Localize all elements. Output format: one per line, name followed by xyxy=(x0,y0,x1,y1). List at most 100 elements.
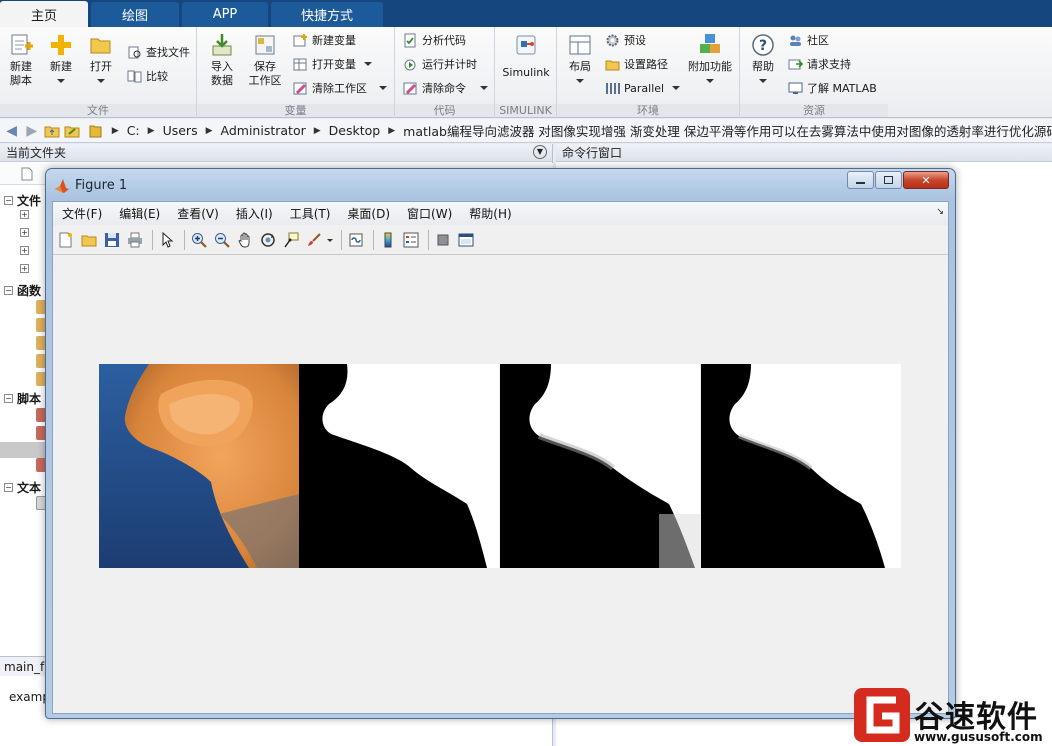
browse-folder-icon[interactable] xyxy=(63,122,80,140)
new-button[interactable]: 新建 xyxy=(45,32,77,83)
pan-icon[interactable] xyxy=(235,230,255,250)
menu-edit[interactable]: 编辑(E) xyxy=(119,205,160,222)
breadcrumb-administrator[interactable]: Administrator xyxy=(221,123,306,138)
section-files[interactable]: − 文件 xyxy=(4,192,41,209)
request-support-label: 请求支持 xyxy=(807,58,851,71)
section-functions[interactable]: − 函数 xyxy=(4,282,41,299)
dock-arrow-icon[interactable]: ↘ xyxy=(936,207,944,217)
link-icon[interactable] xyxy=(346,230,366,250)
simulink-button[interactable]: Simulink xyxy=(501,32,551,80)
add-ons-icon xyxy=(700,34,720,53)
save-icon[interactable] xyxy=(102,230,122,250)
menu-help[interactable]: 帮助(H) xyxy=(469,205,511,222)
chevron-down-icon xyxy=(57,79,65,83)
code-group-label: 代码 xyxy=(395,104,494,117)
set-path-button[interactable]: 设置路径 xyxy=(605,55,668,73)
collapse-icon[interactable]: − xyxy=(4,196,13,205)
expand-icon[interactable]: + xyxy=(20,228,29,237)
pane-menu-icon[interactable]: ▼ xyxy=(533,145,547,159)
tab-home[interactable]: 主页 xyxy=(0,1,88,28)
request-support-button[interactable]: 请求支持 xyxy=(788,55,851,73)
original-image xyxy=(99,364,299,568)
import-data-button[interactable]: 导入 数据 xyxy=(205,32,239,88)
brush-dropdown-icon[interactable] xyxy=(327,238,333,242)
menu-desktop[interactable]: 桌面(D) xyxy=(347,205,390,222)
breadcrumb-drive[interactable]: C: xyxy=(127,123,140,138)
selected-row[interactable] xyxy=(0,442,46,458)
details-text: examp xyxy=(9,690,50,704)
menu-file[interactable]: 文件(F) xyxy=(62,205,102,222)
hide-plot-tools-icon[interactable] xyxy=(433,230,453,250)
pointer-icon[interactable] xyxy=(157,230,177,250)
data-cursor-icon[interactable] xyxy=(281,230,301,250)
root-folder-icon[interactable] xyxy=(87,122,104,140)
show-plot-tools-icon[interactable] xyxy=(456,230,476,250)
new-variable-button[interactable]: 新建变量 xyxy=(293,31,356,49)
tab-apps[interactable]: APP xyxy=(182,2,268,27)
breadcrumb-desktop[interactable]: Desktop xyxy=(329,123,381,138)
open-variable-button[interactable]: 打开变量 xyxy=(293,55,372,73)
run-and-time-button[interactable]: 运行并计时 xyxy=(403,55,477,73)
add-ons-button[interactable]: 附加功能 xyxy=(684,32,736,83)
expand-icon[interactable]: + xyxy=(20,246,29,255)
new-script-label-1: 新建 xyxy=(10,60,32,73)
help-label: 帮助 xyxy=(752,60,774,73)
analyze-code-button[interactable]: 分析代码 xyxy=(403,31,466,49)
learn-matlab-button[interactable]: 了解 MATLAB xyxy=(788,79,877,97)
rotate-icon[interactable] xyxy=(258,230,278,250)
clear-workspace-button[interactable]: 清除工作区 xyxy=(293,79,387,97)
menu-window[interactable]: 窗口(W) xyxy=(407,205,452,222)
learn-matlab-icon xyxy=(788,82,803,94)
brush-icon[interactable] xyxy=(304,230,324,250)
ribbon: 新建 脚本 新建 打开 查找文件 比较 文件 导入 数据 保存 工作区 新建变量… xyxy=(0,27,1052,118)
parallel-icon xyxy=(606,82,620,94)
chevron-down-icon[interactable] xyxy=(379,86,387,90)
clear-workspace-label: 清除工作区 xyxy=(312,82,367,95)
collapse-icon[interactable]: − xyxy=(4,286,13,295)
open-button[interactable]: 打开 xyxy=(85,32,117,83)
collapse-icon[interactable]: − xyxy=(4,394,13,403)
community-button[interactable]: 社区 xyxy=(788,31,829,49)
chevron-down-icon[interactable] xyxy=(672,86,681,90)
zoom-in-icon[interactable] xyxy=(189,230,209,250)
zoom-out-icon[interactable] xyxy=(212,230,232,250)
section-scripts[interactable]: − 脚本 xyxy=(4,390,41,407)
clear-commands-button[interactable]: 清除命令 xyxy=(403,79,488,97)
section-text[interactable]: − 文本 xyxy=(4,479,41,496)
new-figure-icon[interactable] xyxy=(56,230,76,250)
open-icon[interactable] xyxy=(79,230,99,250)
chevron-down-icon[interactable] xyxy=(364,62,372,66)
colorbar-icon[interactable] xyxy=(378,230,398,250)
chevron-down-icon[interactable] xyxy=(480,86,488,90)
menu-insert[interactable]: 插入(I) xyxy=(236,205,273,222)
maximize-button[interactable] xyxy=(875,171,902,189)
menu-tools[interactable]: 工具(T) xyxy=(290,205,331,222)
layout-button[interactable]: 布局 xyxy=(563,32,597,83)
expand-icon[interactable]: + xyxy=(20,264,29,273)
legend-icon[interactable] xyxy=(401,230,421,250)
back-icon[interactable]: ◀ xyxy=(3,122,20,140)
figure-window[interactable]: Figure 1 ✕ 文件(F) 编辑(E) 查看(V) 插入(I) 工具(T)… xyxy=(45,168,956,719)
parallel-button[interactable]: Parallel xyxy=(605,79,681,97)
menu-view[interactable]: 查看(V) xyxy=(177,205,219,222)
up-folder-icon[interactable] xyxy=(43,122,60,140)
forward-icon[interactable]: ▶ xyxy=(23,122,40,140)
preferences-button[interactable]: 预设 xyxy=(605,31,646,49)
file-group: 新建 脚本 新建 打开 查找文件 比较 文件 xyxy=(0,27,197,118)
new-script-button[interactable]: 新建 脚本 xyxy=(5,32,37,88)
find-files-button[interactable]: 查找文件 xyxy=(127,43,190,61)
close-button[interactable]: ✕ xyxy=(903,171,949,189)
help-button[interactable]: ? 帮助 xyxy=(746,32,780,83)
compare-button[interactable]: 比较 xyxy=(127,67,168,85)
breadcrumb-users[interactable]: Users xyxy=(163,123,198,138)
tab-shortcuts[interactable]: 快捷方式 xyxy=(271,2,383,27)
figure-titlebar[interactable]: Figure 1 ✕ xyxy=(46,169,955,201)
print-icon[interactable] xyxy=(125,230,145,250)
tab-plots[interactable]: 绘图 xyxy=(91,2,179,27)
collapse-icon[interactable]: − xyxy=(4,483,13,492)
add-ons-label: 附加功能 xyxy=(688,60,732,73)
save-workspace-button[interactable]: 保存 工作区 xyxy=(245,32,285,88)
breadcrumb-current-folder[interactable]: matlab编程导向滤波器 对图像实现增强 渐变处理 保边平滑等作用可以在去雾算… xyxy=(403,121,1052,140)
expand-icon[interactable]: + xyxy=(20,210,29,219)
minimize-button[interactable] xyxy=(847,171,874,189)
